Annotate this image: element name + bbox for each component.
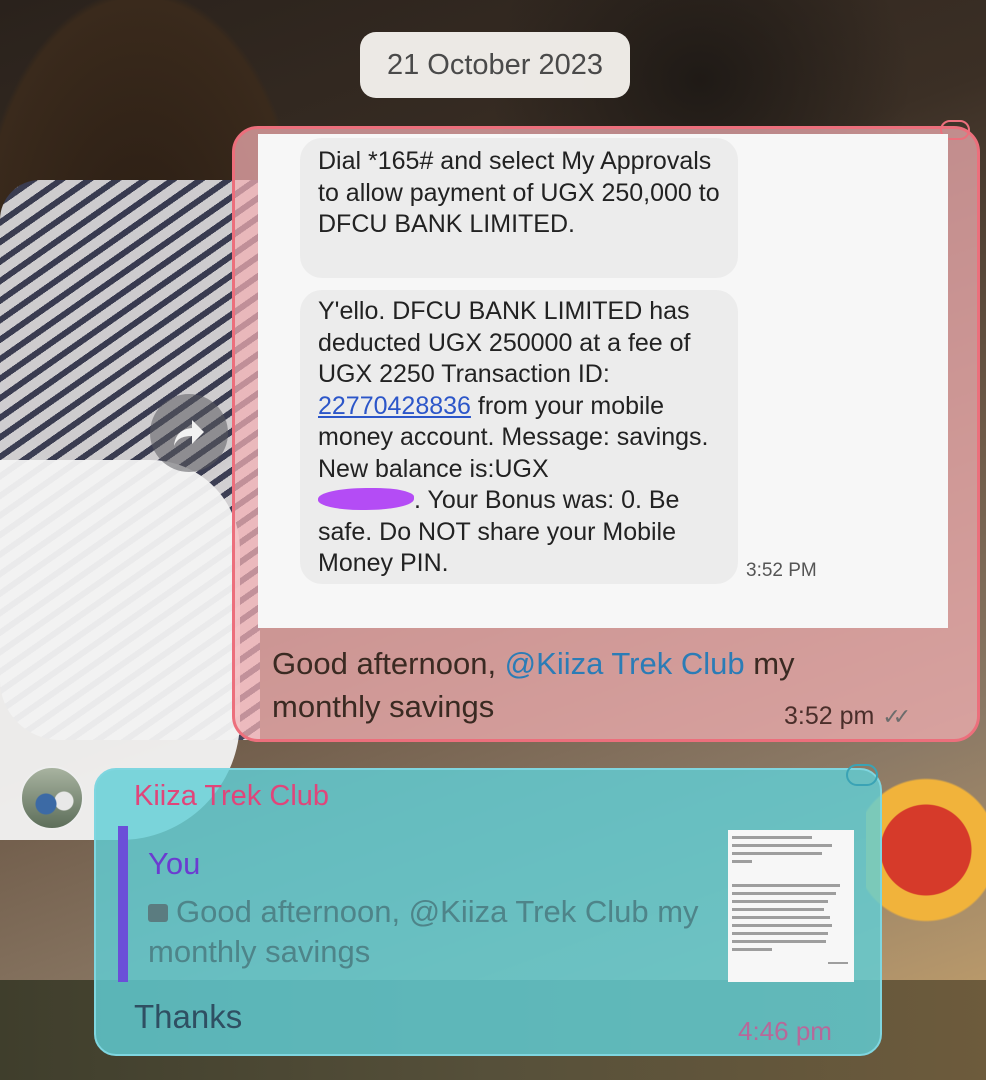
caption-text-start: Good afternoon, bbox=[272, 646, 505, 681]
quoted-message[interactable]: You Good afternoon, @Kiiza Trek Club my … bbox=[118, 826, 722, 982]
avatar[interactable] bbox=[20, 766, 84, 830]
forward-icon bbox=[174, 420, 204, 446]
image-icon bbox=[148, 904, 168, 922]
outgoing-time-text: 3:52 pm bbox=[784, 702, 875, 730]
quoted-image-thumbnail[interactable] bbox=[728, 830, 854, 982]
sms-deduction-text-1: Y'ello. DFCU BANK LIMITED has deducted U… bbox=[318, 297, 691, 388]
quote-author: You bbox=[148, 846, 201, 881]
outgoing-timestamp: 3:52 pm ✓✓ bbox=[784, 702, 911, 731]
transaction-id-link[interactable]: 22770428836 bbox=[318, 392, 471, 420]
sms-deduction-message: Y'ello. DFCU BANK LIMITED has deducted U… bbox=[300, 290, 738, 584]
redaction-scribble bbox=[318, 488, 414, 510]
double-check-icon: ✓✓ bbox=[882, 703, 911, 729]
sender-name[interactable]: Kiiza Trek Club bbox=[134, 780, 329, 813]
reply-text: Thanks bbox=[134, 998, 243, 1035]
incoming-timestamp: 4:46 pm bbox=[738, 1016, 832, 1046]
date-separator: 21 October 2023 bbox=[360, 32, 630, 98]
sms-timestamp: 3:52 PM bbox=[746, 560, 817, 581]
mention-link[interactable]: @Kiiza Trek Club bbox=[505, 646, 745, 681]
quote-bar bbox=[118, 826, 128, 982]
quote-text: Good afternoon, @Kiiza Trek Club my mont… bbox=[148, 894, 699, 969]
forward-button[interactable] bbox=[150, 394, 228, 472]
sms-approval-message: Dial *165# and select My Approvals to al… bbox=[300, 138, 738, 278]
background-toy bbox=[866, 720, 986, 980]
quote-text-wrap: Good afternoon, @Kiiza Trek Club my mont… bbox=[148, 892, 718, 972]
bubble-bow-decoration bbox=[846, 764, 878, 786]
